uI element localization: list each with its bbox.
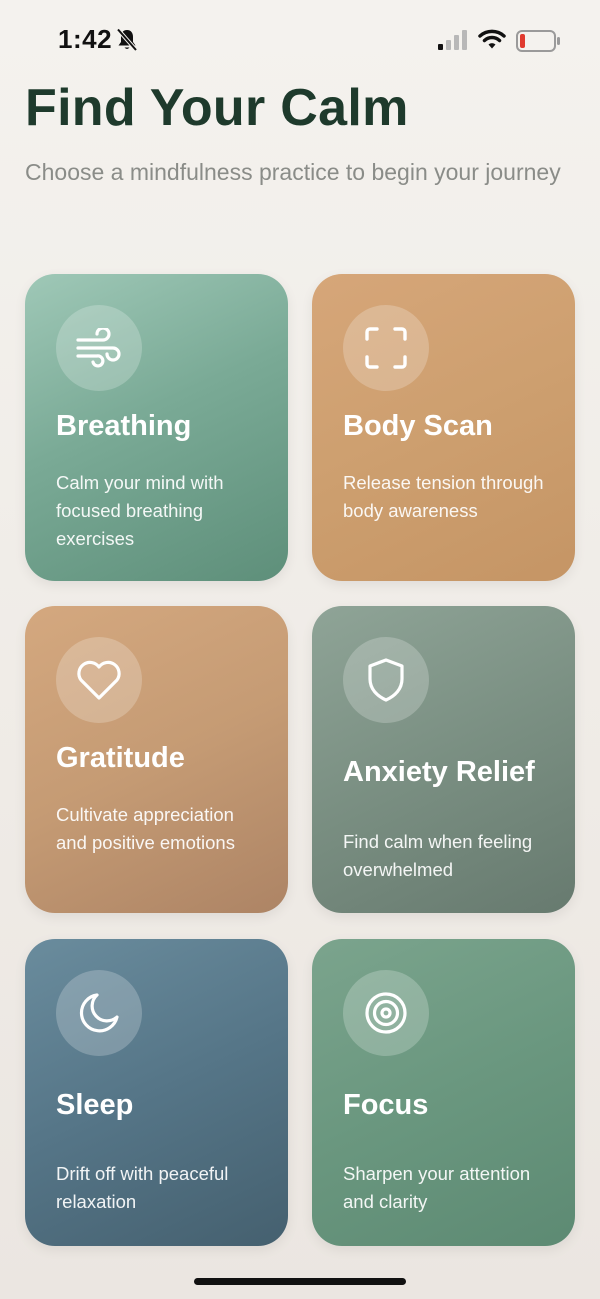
practice-card-body-scan[interactable]: Body Scan Release tension through body a…: [312, 274, 575, 581]
card-description: Sharpen your attention and clarity: [343, 1163, 531, 1212]
icon-badge: [56, 637, 142, 723]
icon-badge: [343, 637, 429, 723]
moon-icon: [79, 993, 119, 1033]
card-title: Body Scan: [343, 410, 493, 442]
practice-card-anxiety-relief[interactable]: Anxiety Relief Find calm when feeling ov…: [312, 606, 575, 913]
icon-badge: [56, 970, 142, 1056]
wifi-icon: [478, 29, 506, 49]
scan-frame-icon: [365, 327, 407, 369]
card-description: Drift off with peaceful relaxation: [56, 1163, 229, 1212]
bell-muted-icon: [116, 28, 138, 52]
target-icon: [365, 992, 407, 1034]
card-description: Release tension through body awareness: [343, 472, 544, 521]
card-description: Find calm when feeling overwhelmed: [343, 831, 533, 880]
heart-icon: [77, 660, 121, 700]
practice-card-gratitude[interactable]: Gratitude Cultivate appreciation and pos…: [25, 606, 288, 913]
card-title: Focus: [343, 1089, 429, 1121]
card-title: Gratitude: [56, 742, 185, 774]
status-bar: 1:42: [0, 0, 600, 80]
wind-icon: [76, 328, 121, 368]
card-title: Breathing: [56, 410, 192, 442]
home-indicator[interactable]: [194, 1278, 406, 1285]
card-description: Cultivate appreciation and positive emot…: [56, 804, 235, 853]
card-title: Sleep: [56, 1089, 134, 1121]
status-time: 1:42: [58, 24, 113, 54]
icon-badge: [343, 305, 429, 391]
practice-card-focus[interactable]: Focus Sharpen your attention and clarity: [312, 939, 575, 1246]
battery-low-icon: [516, 30, 560, 52]
practice-card-sleep[interactable]: Sleep Drift off with peaceful relaxation: [25, 939, 288, 1246]
card-title: Anxiety Relief: [343, 756, 535, 788]
icon-badge: [56, 305, 142, 391]
practice-card-breathing[interactable]: Breathing Calm your mind with focused br…: [25, 274, 288, 581]
cellular-signal-icon: [438, 30, 467, 50]
icon-badge: [343, 970, 429, 1056]
page-subtitle: Choose a mindfulness practice to begin y…: [25, 159, 561, 185]
card-description: Calm your mind with focused breathing ex…: [56, 472, 224, 549]
shield-icon: [368, 658, 404, 702]
page-title: Find Your Calm: [25, 79, 409, 137]
